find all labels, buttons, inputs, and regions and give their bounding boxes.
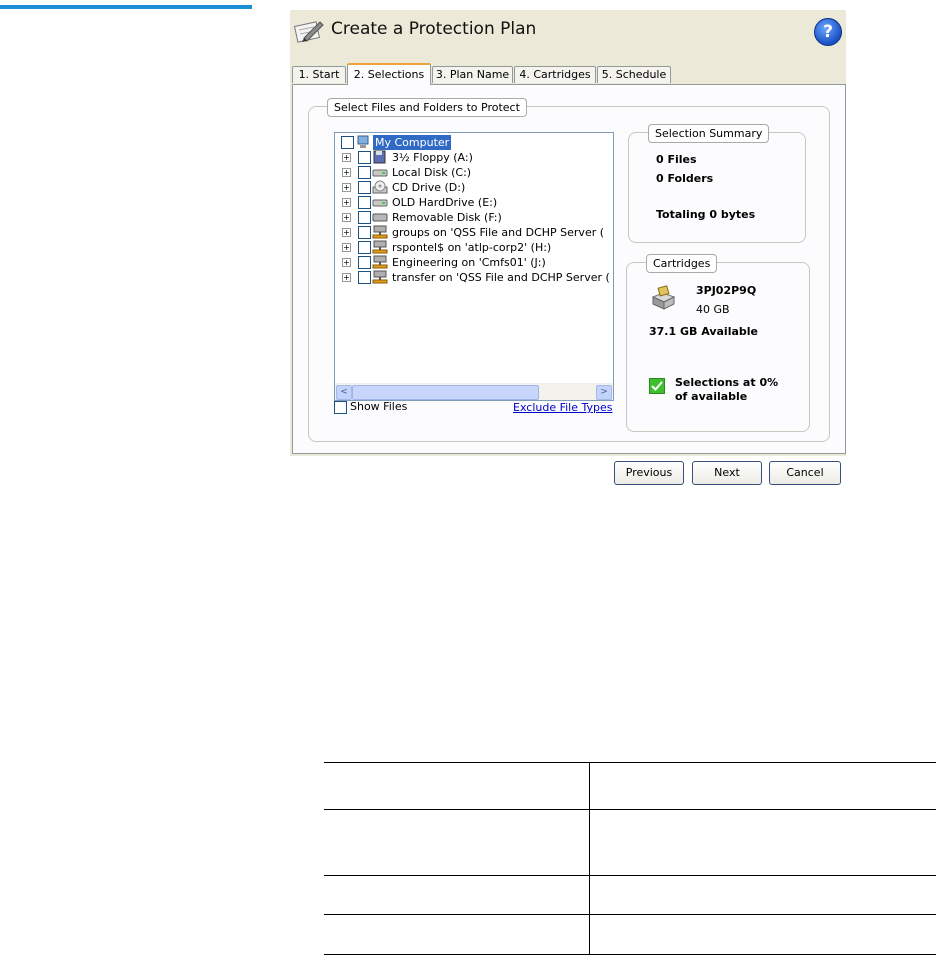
tree-item-label[interactable]: Removable Disk (F:) (392, 210, 502, 225)
page-accent-bar (0, 5, 252, 9)
selection-summary-group (628, 132, 806, 243)
protection-plan-dialog: Create a Protection Plan ? 1. Start 2. S… (290, 10, 846, 456)
network-drive-icon (372, 270, 388, 284)
tree-item-label[interactable]: CD Drive (D:) (392, 180, 465, 195)
expand-icon[interactable]: + (342, 153, 351, 162)
network-drive-icon (372, 225, 388, 239)
expand-icon[interactable]: + (342, 258, 351, 267)
select-files-group-label: Select Files and Folders to Protect (327, 98, 527, 117)
tree-checkbox[interactable] (358, 241, 371, 254)
tree-item-removable-disk[interactable]: + Removable Disk (F:) (335, 210, 613, 225)
tree-item-label[interactable]: My Computer (373, 135, 452, 150)
table-rule (324, 762, 936, 763)
tab-start[interactable]: 1. Start (292, 66, 346, 83)
selection-status-line1: Selections at 0% (675, 376, 779, 389)
removable-disk-icon (372, 210, 388, 224)
previous-button[interactable]: Previous (614, 461, 684, 485)
tree-checkbox[interactable] (358, 151, 371, 164)
my-computer-icon (356, 135, 372, 149)
expand-icon[interactable]: + (342, 273, 351, 282)
expand-icon[interactable]: + (342, 183, 351, 192)
tree-item-transfer-drive[interactable]: + transfer on 'QSS File and DCHP Server … (335, 270, 613, 285)
tree-checkbox[interactable] (358, 196, 371, 209)
check-icon (649, 378, 665, 394)
cd-drive-icon (372, 180, 388, 194)
summary-folders: 0 Folders (656, 172, 714, 185)
network-drive-icon (372, 240, 388, 254)
tab-cartridges[interactable]: 4. Cartridges (514, 66, 596, 83)
tree-checkbox[interactable] (358, 271, 371, 284)
tree-checkbox[interactable] (358, 181, 371, 194)
tree-item-groups-drive[interactable]: + groups on 'QSS File and DCHP Server ( (335, 225, 613, 240)
table-column-divider (589, 762, 590, 955)
expand-icon[interactable]: + (342, 198, 351, 207)
tree-checkbox[interactable] (358, 211, 371, 224)
cartridge-size: 40 GB (696, 303, 730, 316)
floppy-drive-icon (372, 150, 388, 164)
exclude-file-types-link[interactable]: Exclude File Types (513, 401, 613, 414)
tree-checkbox[interactable] (358, 256, 371, 269)
tree-item-engineering-drive[interactable]: + Engineering on 'Cmfs01' (J:) (335, 255, 613, 270)
cancel-button[interactable]: Cancel (769, 461, 841, 485)
expand-icon[interactable]: + (342, 243, 351, 252)
tree-item-label[interactable]: 3½ Floppy (A:) (392, 150, 473, 165)
tree-item-local-disk-c[interactable]: + Local Disk (C:) (335, 165, 613, 180)
cartridge-drive-icon (650, 285, 676, 311)
next-button[interactable]: Next (692, 461, 762, 485)
scroll-right-button[interactable]: > (596, 385, 612, 400)
tree-item-rspontel-drive[interactable]: + rspontel$ on 'atlp-corp2' (H:) (335, 240, 613, 255)
expand-icon[interactable]: + (342, 168, 351, 177)
help-icon[interactable]: ? (814, 18, 842, 46)
table-rule (324, 875, 936, 876)
tab-selections[interactable]: 2. Selections (347, 63, 431, 85)
tree-item-label[interactable]: Local Disk (C:) (392, 165, 471, 180)
pencil-notepad-icon (293, 18, 324, 46)
tree-item-label[interactable]: transfer on 'QSS File and DCHP Server ( (392, 270, 610, 285)
show-files-label: Show Files (350, 400, 408, 413)
cartridge-name: 3PJ02P9Q (696, 284, 757, 297)
hard-disk-icon (372, 195, 388, 209)
cartridges-label: Cartridges (646, 254, 718, 273)
tree-checkbox[interactable] (358, 226, 371, 239)
hard-disk-icon (372, 165, 388, 179)
tree-item-label[interactable]: rspontel$ on 'atlp-corp2' (H:) (392, 240, 551, 255)
cartridge-available: 37.1 GB Available (649, 325, 758, 338)
expand-icon[interactable]: + (342, 228, 351, 237)
summary-files: 0 Files (656, 153, 697, 166)
tree-item-my-computer[interactable]: My Computer (335, 135, 613, 150)
tree-item-label[interactable]: groups on 'QSS File and DCHP Server ( (392, 225, 604, 240)
summary-total: Totaling 0 bytes (656, 208, 756, 221)
tree-item-old-harddrive[interactable]: + OLD HardDrive (E:) (335, 195, 613, 210)
tab-schedule[interactable]: 5. Schedule (597, 66, 671, 83)
dialog-titlebar: Create a Protection Plan ? (290, 10, 846, 54)
tree-horizontal-scrollbar[interactable]: < > (335, 383, 613, 400)
table-rule (324, 809, 936, 810)
tree-checkbox[interactable] (358, 166, 371, 179)
file-tree[interactable]: My Computer + 3½ Floppy (A:) + Local Dis… (334, 132, 614, 401)
scroll-left-button[interactable]: < (336, 385, 352, 400)
table-rule (324, 914, 936, 915)
selection-status-line2: of available (675, 390, 748, 403)
tree-item-cd-drive[interactable]: + CD Drive (D:) (335, 180, 613, 195)
expand-icon[interactable]: + (342, 213, 351, 222)
tree-item-label[interactable]: Engineering on 'Cmfs01' (J:) (392, 255, 546, 270)
selection-summary-label: Selection Summary (648, 124, 770, 143)
tab-plan-name[interactable]: 3. Plan Name (432, 66, 513, 83)
dialog-title: Create a Protection Plan (331, 19, 537, 39)
tree-item-floppy[interactable]: + 3½ Floppy (A:) (335, 150, 613, 165)
tree-item-label[interactable]: OLD HardDrive (E:) (392, 195, 497, 210)
scroll-thumb[interactable] (352, 385, 539, 400)
tree-checkbox[interactable] (341, 136, 354, 149)
show-files-checkbox[interactable] (334, 401, 347, 414)
network-drive-icon (372, 255, 388, 269)
